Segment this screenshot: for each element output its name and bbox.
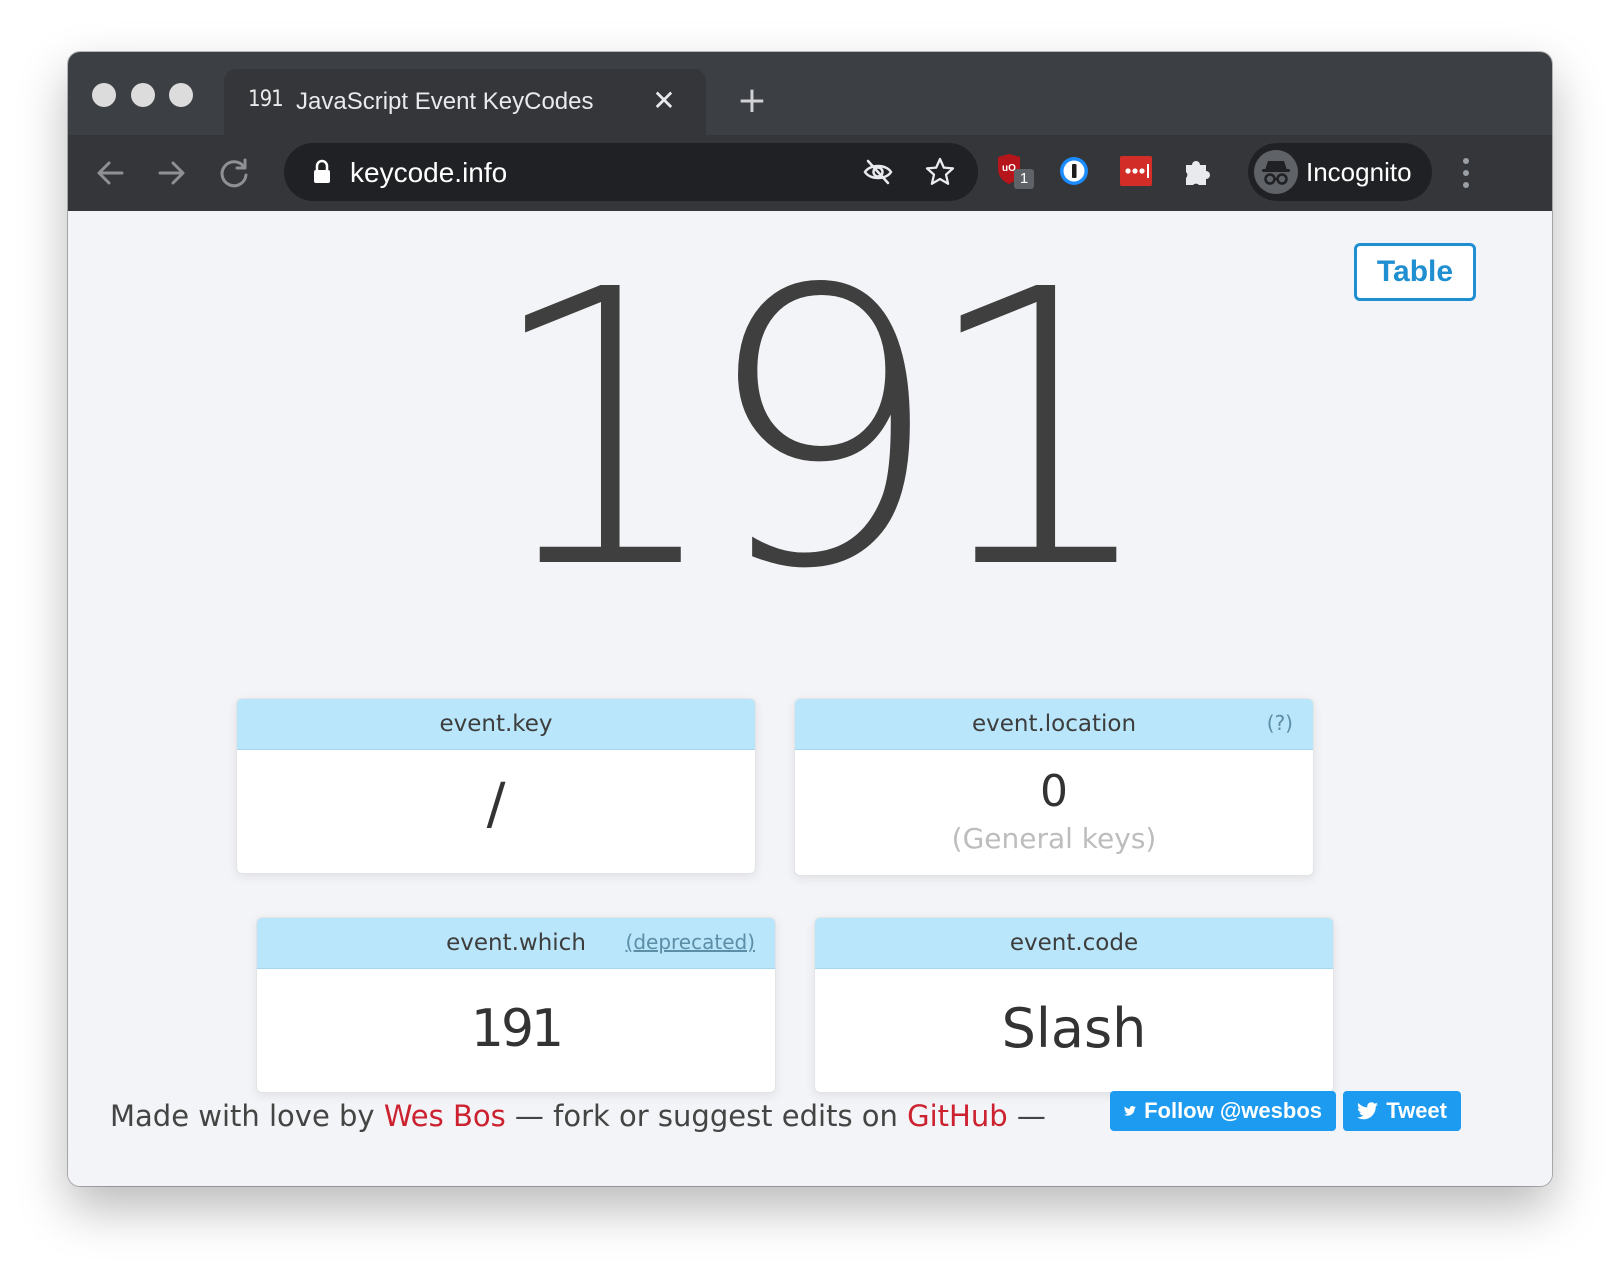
ublock-extension-icon[interactable]: uO 1 <box>992 151 1034 191</box>
tab-title: JavaScript Event KeyCodes <box>296 88 594 115</box>
url-text[interactable]: keycode.info <box>350 157 507 189</box>
incognito-profile-button[interactable]: Incognito <box>1248 143 1432 201</box>
big-keycode: 191 <box>483 209 1160 652</box>
event-key-card: event.key / <box>236 698 756 874</box>
event-location-help-link[interactable]: (?) <box>1267 711 1293 735</box>
more-menu-icon[interactable] <box>1456 151 1476 195</box>
event-location-card-header: event.location (?) <box>795 699 1313 750</box>
event-which-value: 191 <box>470 999 564 1059</box>
event-code-card: event.code Slash <box>814 917 1334 1093</box>
new-tab-button[interactable]: + <box>732 82 772 122</box>
footer-text: Made with love by Wes Bos — fork or sugg… <box>110 1099 1046 1133</box>
event-which-card: event.which (deprecated) 191 <box>256 917 776 1093</box>
event-code-card-header: event.code <box>815 918 1333 969</box>
bookmark-star-icon[interactable] <box>924 156 956 188</box>
1password-extension-icon[interactable] <box>1054 151 1094 191</box>
zoom-window-button[interactable] <box>169 83 193 107</box>
minimize-window-button[interactable] <box>131 83 155 107</box>
footer-prefix: Made with love by <box>110 1099 384 1133</box>
event-key-card-body: / <box>237 750 755 873</box>
twitter-bird-icon <box>1124 1106 1136 1116</box>
lastpass-extension-icon[interactable] <box>1116 151 1156 191</box>
active-tab[interactable]: 191 JavaScript Event KeyCodes ✕ <box>224 69 706 135</box>
event-location-card: event.location (?) 0 (General keys) <box>794 698 1314 876</box>
twitter-bird-icon <box>1357 1102 1378 1120</box>
lock-icon[interactable] <box>308 158 336 186</box>
tab-strip: 191 JavaScript Event KeyCodes ✕ + <box>68 52 1552 135</box>
footer-suffix: — <box>1007 1099 1046 1133</box>
eye-off-icon[interactable] <box>862 156 894 188</box>
incognito-avatar <box>1254 150 1298 194</box>
tab-close-icon[interactable]: ✕ <box>646 83 682 119</box>
event-location-title: event.location <box>971 711 1137 737</box>
incognito-label: Incognito <box>1306 157 1412 187</box>
author-link[interactable]: Wes Bos <box>384 1099 506 1133</box>
tweet-label: Tweet <box>1386 1098 1447 1123</box>
event-code-title: event.code <box>1009 930 1139 956</box>
browser-window: 191 JavaScript Event KeyCodes ✕ + keycod… <box>68 52 1552 1186</box>
reload-icon[interactable] <box>210 149 258 197</box>
event-key-card-header: event.key <box>237 699 755 750</box>
twitter-follow-button[interactable]: Follow @wesbos <box>1110 1091 1336 1131</box>
footer-middle: — fork or suggest edits on <box>505 1099 908 1133</box>
event-which-card-body: 191 <box>257 969 775 1092</box>
incognito-spy-icon <box>1262 161 1290 185</box>
tweet-button[interactable]: Tweet <box>1343 1091 1461 1131</box>
event-location-value: 0 <box>1040 766 1068 817</box>
forward-arrow-icon[interactable] <box>148 149 196 197</box>
tab-favicon: 191 <box>248 87 284 112</box>
event-code-card-body: Slash <box>815 969 1333 1092</box>
address-bar[interactable]: keycode.info <box>284 143 978 201</box>
page-content: Table 191 event.key / event.location (?)… <box>68 211 1552 1186</box>
browser-toolbar: keycode.info uO 1 Incognito <box>68 135 1552 211</box>
github-link[interactable]: GitHub <box>907 1099 1008 1133</box>
follow-label: Follow @wesbos <box>1144 1098 1322 1123</box>
event-which-card-header: event.which (deprecated) <box>257 918 775 969</box>
event-location-description: (General keys) <box>951 822 1157 855</box>
event-which-deprecated-link[interactable]: (deprecated) <box>626 930 755 954</box>
back-arrow-icon[interactable] <box>86 149 134 197</box>
event-location-card-body: 0 (General keys) <box>795 750 1313 875</box>
close-window-button[interactable] <box>92 83 116 107</box>
event-key-value: / <box>486 772 506 837</box>
puzzle-extensions-icon[interactable] <box>1178 151 1218 191</box>
ublock-badge: 1 <box>1014 169 1034 189</box>
event-code-value: Slash <box>1001 997 1147 1060</box>
event-which-title: event.which <box>446 930 586 956</box>
event-key-title: event.key <box>439 711 553 737</box>
